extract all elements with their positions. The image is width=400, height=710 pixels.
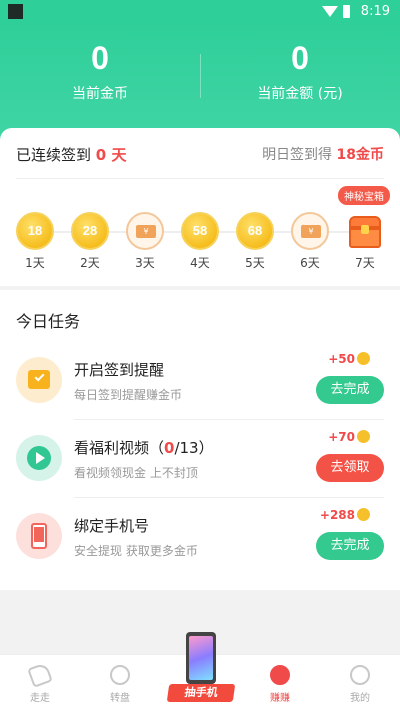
day-2[interactable]: 28 2天 [70,212,110,271]
status-bar: 8:19 [0,0,400,24]
day-1[interactable]: 18 1天 [15,212,55,271]
task-bind-phone: 绑定手机号 安全提现 获取更多金币 +288 去完成 [16,498,384,576]
tab-label: 抽手机 [166,684,236,702]
task-reward: +70 [328,430,370,444]
tab-mine[interactable]: 我的 [330,665,390,704]
task-reward: +50 [328,352,370,366]
task-description: 每日签到提醒赚金币 [74,388,183,402]
complete-button[interactable]: 去完成 [316,376,384,404]
coins-label: 当前金币 [72,86,128,102]
coin-icon: 58 [181,212,219,250]
tab-lucky-draw-phone[interactable]: 抽手机 [166,632,236,702]
coin-icon: 18 [16,212,54,250]
tab-earn[interactable]: 赚赚 [250,665,310,704]
play-icon [16,435,62,481]
coupon-symbol: ¥ [136,225,156,238]
section-title: 今日任务 [16,312,81,331]
divider [16,178,384,179]
tab-label: 走走 [30,693,50,704]
day-label: 6天 [300,256,320,270]
tab-wheel[interactable]: 转盘 [90,665,150,704]
app-notification-icon [8,4,23,19]
streak-text: 已连续签到 0 天 [16,144,126,165]
signin-card: 已连续签到 0 天 明日签到得 18金币 神秘宝箱 18 1天 28 2天 ¥ … [0,128,400,286]
daily-tasks-section: 今日任务 开启签到提醒 每日签到提醒赚金币 +50 去完成 看福利视频（0/13… [0,290,400,590]
tomorrow-prefix: 明日签到得 [262,147,333,163]
tab-label: 赚赚 [270,693,290,704]
day-3[interactable]: ¥ 3天 [125,212,165,271]
day-label: 1天 [25,256,45,270]
task-signin-reminder: 开启签到提醒 每日签到提醒赚金币 +50 去完成 [16,342,384,420]
coin-icon: 68 [236,212,274,250]
coins-value: 0 [91,40,109,76]
wifi-icon [322,6,338,17]
day-4[interactable]: 58 4天 [180,212,220,271]
coin-icon [357,508,370,521]
clock: 8:19 [360,4,390,19]
shoe-icon [27,662,53,688]
coupon-icon: ¥ [126,212,164,250]
day-label: 7天 [355,256,375,270]
claim-button[interactable]: 去领取 [316,454,384,482]
coin-icon: 28 [71,212,109,250]
coin-icon [357,352,370,365]
task-description: 看视频领现金 上不封顶 [74,466,198,480]
day-label: 2天 [80,256,100,270]
task-progress-total: /13） [174,439,214,457]
phone-icon [16,513,62,559]
day-7[interactable]: 7天 [345,212,385,271]
earn-icon [270,665,290,685]
smiley-icon [350,665,370,685]
amount-value: 0 [291,40,309,76]
amount-label: 当前金额 (元) [257,86,343,102]
mystery-chest-badge: 神秘宝箱 [338,186,390,205]
tomorrow-reward-text: 明日签到得 18金币 [262,144,384,164]
tab-walk[interactable]: 走走 [10,662,70,704]
battery-icon [343,5,350,18]
tab-label: 我的 [350,693,370,704]
day-label: 4天 [190,256,210,270]
complete-button[interactable]: 去完成 [316,532,384,560]
calendar-check-icon [16,357,62,403]
task-title: 绑定手机号 [74,517,150,535]
treasure-chest-icon [346,212,384,250]
streak-prefix: 已连续签到 [16,146,92,164]
tab-label: 转盘 [110,693,130,704]
task-reward: +288 [320,508,370,522]
streak-value: 0 天 [95,146,127,164]
task-watch-video: 看福利视频（0/13） 看视频领现金 上不封顶 +70 去领取 [16,420,384,498]
task-title: 看福利视频（0/13） [74,439,214,457]
coupon-symbol: ¥ [301,225,321,238]
task-title: 开启签到提醒 [74,361,165,379]
day-label: 5天 [245,256,265,270]
amount-stat[interactable]: 0 当前金额 (元) [200,40,400,103]
task-description: 安全提现 获取更多金币 [74,544,198,558]
day-6[interactable]: ¥ 6天 [290,212,330,271]
wheel-icon [110,665,130,685]
day-5[interactable]: 68 5天 [235,212,275,271]
task-progress-current: 0 [164,439,175,457]
day-label: 3天 [135,256,155,270]
phone-screen [189,636,213,680]
coupon-icon: ¥ [291,212,329,250]
coins-stat[interactable]: 0 当前金币 [0,40,200,103]
chest-lock [361,225,369,234]
tomorrow-value: 18金币 [336,147,384,163]
coin-icon [357,430,370,443]
